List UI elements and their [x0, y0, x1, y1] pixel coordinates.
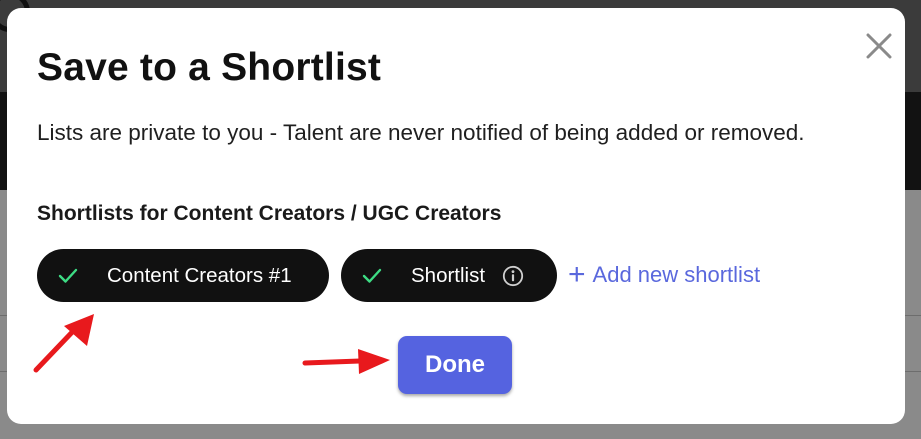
modal-title: Save to a Shortlist [37, 46, 382, 89]
check-icon [361, 265, 383, 287]
add-new-shortlist-label: Add new shortlist [592, 262, 761, 287]
section-title: Shortlists for Content Creators / UGC Cr… [37, 202, 502, 225]
annotation-arrow-icon [33, 314, 94, 373]
shortlist-chip-content-creators[interactable]: Content Creators #1 [37, 249, 329, 302]
shortlist-modal: Save to a Shortlist Lists are private to… [7, 8, 905, 424]
plus-icon: + [568, 258, 586, 291]
close-icon [866, 33, 892, 59]
done-button[interactable]: Done [398, 336, 512, 394]
info-icon[interactable] [501, 264, 525, 288]
shortlist-chip-shortlist[interactable]: Shortlist [341, 249, 557, 302]
shortlist-chip-label: Content Creators #1 [107, 263, 292, 287]
add-new-shortlist-link[interactable]: + Add new shortlist [568, 258, 761, 291]
annotation-arrow-icon [302, 349, 390, 374]
modal-description: Lists are private to you - Talent are ne… [37, 120, 805, 145]
close-button[interactable] [860, 27, 898, 65]
shortlist-chip-label: Shortlist [411, 263, 486, 287]
check-icon [57, 265, 79, 287]
